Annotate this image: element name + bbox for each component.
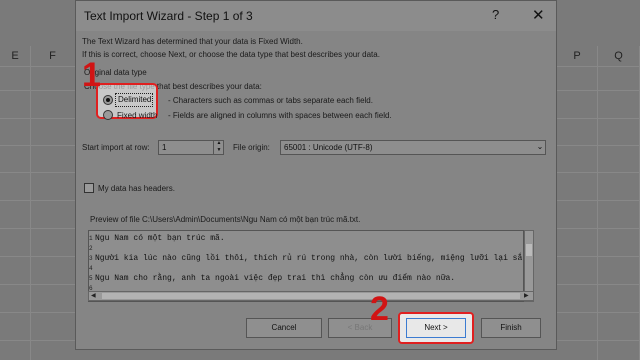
preview-row-text: Ngu Nam cho rằng, anh ta ngoài việc đẹp …	[95, 274, 456, 283]
preview-row: 3 Người kia lúc nào cũng lồi thôi, thích …	[89, 253, 522, 265]
help-icon[interactable]: ?	[492, 7, 499, 22]
fixed-width-label[interactable]: Fixed width	[117, 111, 157, 120]
column-header-p[interactable]: P	[557, 46, 597, 66]
headers-checkbox[interactable]	[84, 183, 94, 193]
column-header-e[interactable]: E	[0, 46, 30, 66]
preview-row-text: Người kia lúc nào cũng lồi thôi, thích r…	[95, 254, 523, 263]
delimited-radio[interactable]	[103, 95, 113, 105]
next-button[interactable]: Next >	[406, 318, 466, 338]
preview-row-text: Ngu Nam có một bạn trúc mã.	[95, 234, 225, 243]
cancel-button[interactable]: Cancel	[246, 318, 322, 338]
text-import-wizard-dialog: Text Import Wizard - Step 1 of 3 ? ✕ The…	[75, 0, 557, 350]
close-icon[interactable]: ✕	[532, 6, 545, 24]
vertical-scroll-thumb[interactable]	[526, 244, 532, 256]
grid-line	[597, 46, 598, 360]
dialog-titlebar[interactable]: Text Import Wizard - Step 1 of 3 ? ✕	[76, 1, 556, 31]
step-2-annotation: 2	[370, 290, 389, 328]
intro-text-line1: The Text Wizard has determined that your…	[82, 37, 303, 46]
dialog-title: Text Import Wizard - Step 1 of 3	[84, 9, 253, 23]
preview-row: 5 Ngu Nam cho rằng, anh ta ngoài việc đẹp…	[89, 273, 455, 285]
intro-text-line2: If this is correct, choose Next, or choo…	[82, 50, 380, 59]
step-1-annotation: 1	[82, 56, 101, 94]
column-header-f[interactable]: F	[30, 46, 75, 66]
file-origin-label: File origin:	[233, 143, 270, 152]
headers-label[interactable]: My data has headers.	[98, 184, 175, 193]
delimited-label[interactable]: Delimited	[115, 93, 153, 107]
fixed-width-radio[interactable]	[103, 110, 113, 120]
file-origin-select[interactable]: 65001 : Unicode (UTF-8)	[280, 140, 546, 155]
grid-line	[30, 46, 31, 360]
scroll-left-icon[interactable]: ◀	[91, 292, 96, 299]
spin-arrows-icon[interactable]: ▲ ▼	[213, 140, 224, 155]
horizontal-scroll-thumb[interactable]	[102, 293, 520, 299]
start-row-label: Start import at row:	[82, 143, 150, 152]
preview-row: 1 Ngu Nam có một bạn trúc mã.	[89, 233, 225, 245]
chevron-down-icon[interactable]: ⌄	[534, 140, 546, 155]
column-header-q[interactable]: Q	[597, 46, 640, 66]
fixed-width-description: - Fields are aligned in columns with spa…	[168, 111, 392, 120]
delimited-description: - Characters such as commas or tabs sepa…	[168, 96, 373, 105]
preview-label: Preview of file C:\Users\Admin\Documents…	[90, 215, 361, 224]
finish-button[interactable]: Finish	[481, 318, 541, 338]
scroll-right-icon[interactable]: ▶	[524, 292, 529, 299]
